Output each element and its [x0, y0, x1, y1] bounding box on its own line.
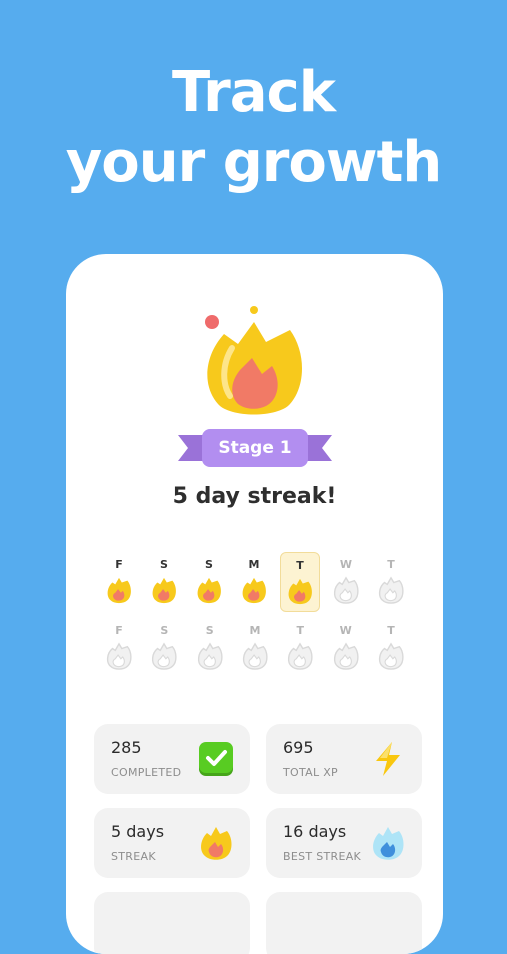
day-label: M — [249, 624, 261, 637]
week-row-2: FSSMTWT — [100, 618, 410, 676]
day-cell-s: S — [190, 552, 228, 610]
day-cell-w: W — [327, 618, 365, 676]
empty-flame-icon — [378, 642, 404, 670]
day-cell-s: S — [145, 618, 183, 676]
day-cell-f: F — [100, 552, 138, 610]
stat-best-value: 16 days — [283, 822, 347, 841]
day-label: T — [387, 624, 395, 637]
stat-streak-value: 5 days — [111, 822, 165, 841]
stage-label: Stage 1 — [218, 438, 292, 458]
stat-streak: 5 days STREAK — [94, 808, 250, 878]
flame-icon — [107, 577, 131, 604]
day-label: T — [387, 558, 395, 571]
day-label: M — [248, 558, 260, 571]
empty-flame-icon — [106, 642, 132, 670]
day-label: W — [339, 558, 353, 571]
stat-placeholder-right — [266, 892, 422, 954]
lightning-icon — [376, 742, 400, 776]
day-label: W — [339, 624, 352, 637]
stage-flame-icon — [205, 306, 302, 415]
stat-completed-caption: COMPLETED — [111, 766, 182, 779]
stat-xp-value: 695 — [283, 738, 314, 757]
day-cell-w: W — [327, 552, 365, 610]
headline-line-2: your growth — [65, 130, 443, 195]
flame-icon — [242, 577, 266, 604]
empty-flame-icon — [288, 642, 313, 670]
stat-best-streak: 16 days BEST STREAK — [266, 808, 422, 878]
phone-card: Stage 1 5 day streak! F S S M T W T F S S M T W T 28… — [66, 254, 443, 954]
day-label: S — [205, 558, 213, 571]
blue-flame-icon — [373, 827, 404, 860]
flame-icon — [288, 578, 312, 605]
day-cell-t: T — [280, 552, 320, 612]
day-cell-t: T — [372, 552, 410, 610]
week-row-1: FSSMTWT — [100, 552, 410, 612]
empty-flame-icon — [197, 642, 223, 670]
streak-title: 5 day streak! — [172, 484, 337, 509]
headline: Track your growth — [0, 58, 507, 198]
empty-flame-icon — [333, 642, 359, 670]
stat-best-caption: BEST STREAK — [283, 850, 362, 863]
empty-flame-icon — [152, 642, 177, 670]
day-label: T — [296, 624, 305, 637]
day-label: F — [115, 624, 123, 637]
day-label: S — [160, 558, 168, 571]
day-label: T — [296, 559, 304, 572]
stat-placeholder-left — [94, 892, 250, 954]
stat-completed-value: 285 — [111, 738, 142, 757]
day-label: F — [115, 558, 123, 571]
day-cell-s: S — [145, 552, 183, 610]
flame-icon — [197, 577, 221, 604]
empty-flame-icon — [242, 642, 268, 670]
stat-completed: 285 COMPLETED — [94, 724, 250, 794]
day-cell-s: S — [191, 618, 229, 676]
day-cell-m: M — [235, 552, 273, 610]
stat-total-xp: 695 TOTAL XP — [266, 724, 422, 794]
checkmark-icon — [199, 742, 233, 776]
empty-flame-icon — [333, 576, 359, 604]
day-label: S — [205, 624, 214, 637]
day-cell-m: M — [236, 618, 274, 676]
day-cell-t: T — [281, 618, 319, 676]
stat-xp-caption: TOTAL XP — [283, 766, 338, 779]
stat-streak-caption: STREAK — [111, 850, 156, 863]
headline-line-1: Track — [172, 60, 336, 125]
day-label: S — [160, 624, 169, 637]
flame-icon — [201, 827, 232, 860]
flame-icon — [152, 577, 176, 604]
empty-flame-icon — [378, 576, 404, 604]
day-cell-t: T — [372, 618, 410, 676]
day-cell-f: F — [100, 618, 138, 676]
